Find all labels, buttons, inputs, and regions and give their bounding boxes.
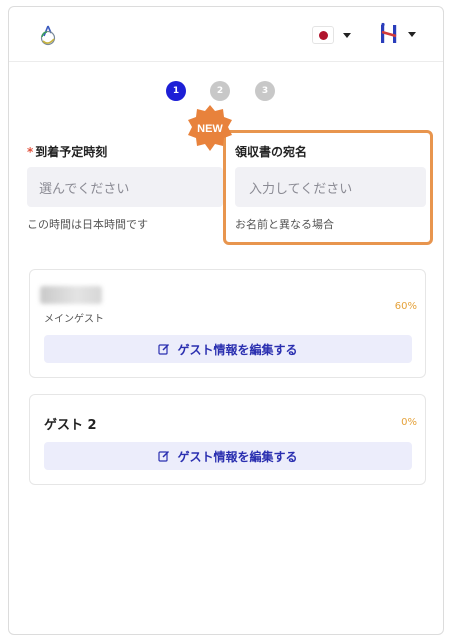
brand-h-icon (381, 22, 397, 43)
guest-name: ゲスト 2 (44, 418, 97, 433)
edit-icon (158, 450, 170, 462)
step-3: 3 (255, 81, 275, 101)
arrival-time-select[interactable]: 選んでください (27, 167, 223, 207)
receipt-name-hint: お名前と異なる場合 (235, 218, 334, 231)
guest-name-redacted (40, 286, 102, 304)
edit-guest-button[interactable]: ゲスト情報を編集する (44, 442, 412, 470)
step-2: 2 (210, 81, 230, 101)
brand-selector[interactable] (379, 21, 416, 47)
new-badge: NEW (188, 105, 232, 151)
step-1: 1 (166, 81, 186, 101)
chevron-down-icon (343, 32, 351, 38)
header (9, 7, 443, 62)
guest-role: メインゲスト (44, 314, 104, 325)
edit-guest-button[interactable]: ゲスト情報を編集する (44, 335, 412, 363)
guest-card-main: メインゲスト 60% ゲスト情報を編集する (29, 269, 426, 378)
step-indicator: 1 2 3 (9, 79, 443, 103)
receipt-name-label: 領収書の宛名 (235, 145, 308, 159)
guest-card-2: ゲスト 2 0% ゲスト情報を編集する (29, 394, 426, 485)
new-badge-text: NEW (197, 123, 223, 135)
jp-flag-icon (312, 26, 334, 44)
receipt-name-input[interactable]: 入力してください (235, 167, 426, 207)
guest-progress: 0% (401, 417, 417, 428)
required-mark: * (27, 145, 34, 159)
arrival-time-hint: この時間は日本時間です (27, 218, 148, 231)
edit-icon (158, 343, 170, 355)
app-logo-icon (40, 25, 56, 46)
edit-guest-label: ゲスト情報を編集する (177, 449, 298, 464)
edit-guest-label: ゲスト情報を編集する (177, 342, 298, 357)
language-selector[interactable] (312, 24, 351, 46)
arrival-time-label: * 到着予定時刻 (27, 145, 108, 159)
checkin-card: 1 2 3 * 到着予定時刻 選んでください この時間は日本時間です 領収書の宛名… (8, 6, 444, 635)
guest-progress: 60% (394, 301, 417, 312)
chevron-down-icon (408, 31, 416, 37)
